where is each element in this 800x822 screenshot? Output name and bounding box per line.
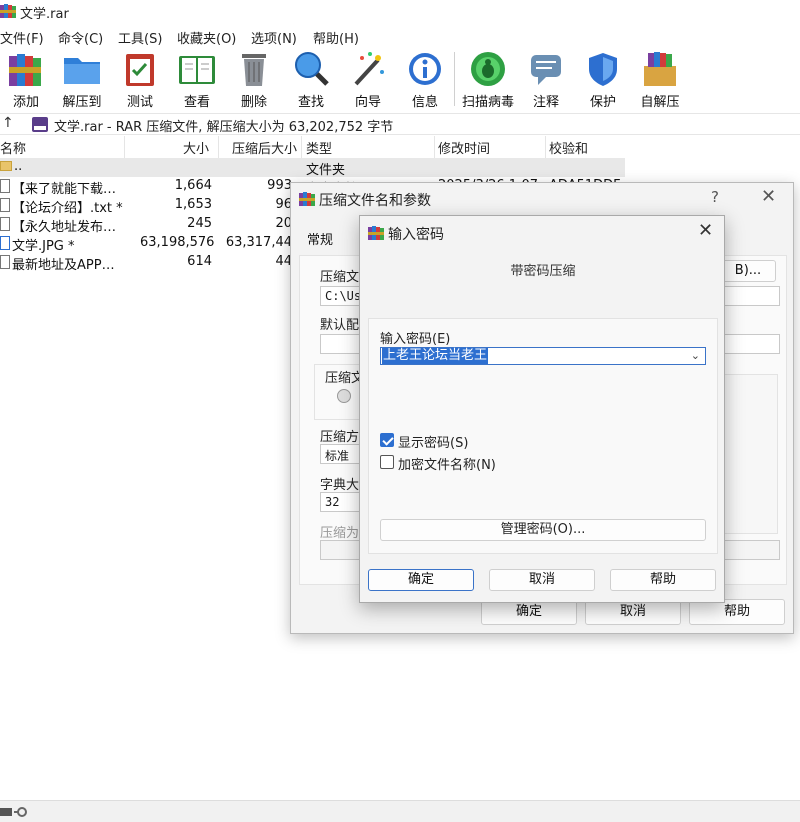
- dictionary-label: 字典大: [320, 478, 360, 493]
- password-value: 上老王论坛当老王: [382, 348, 489, 364]
- drive-key-icon: [0, 807, 27, 817]
- menu-file[interactable]: 文件(F): [0, 28, 44, 47]
- menu-bar: 文件(F) 命令(C) 工具(S) 收藏夹(O) 选项(N) 帮助(H): [0, 26, 800, 48]
- dialog-subtitle: 带密码压缩: [510, 264, 576, 279]
- dialog-title: 压缩文件名和参数: [319, 193, 431, 209]
- add-books-icon: [6, 50, 46, 88]
- wizard-wand-icon: [348, 50, 388, 88]
- virus-scan-icon: [468, 50, 508, 88]
- browse-button[interactable]: B)...: [720, 260, 776, 282]
- text-file-icon: [0, 255, 10, 269]
- address-bar: ↑ 文学.rar - RAR 压缩文件, 解压缩大小为 63,202,752 字…: [0, 113, 800, 135]
- title-bar: 文学.rar: [0, 0, 800, 24]
- encrypt-names-checkbox[interactable]: [380, 455, 394, 469]
- winrar-app-icon: [0, 3, 16, 19]
- comment-icon: [526, 50, 566, 88]
- column-divider: [218, 136, 219, 158]
- archive-name-label: 压缩文: [320, 270, 360, 285]
- password-input[interactable]: 上老王论坛当老王 ⌄: [380, 347, 706, 365]
- column-size[interactable]: 大小: [183, 138, 209, 157]
- add-button[interactable]: 添加: [0, 48, 56, 112]
- toolbar: 添加 解压到 测试 查看 删除 查找 向导 信息 扫描病毒 注释 保护 自解压: [0, 48, 800, 112]
- help-icon[interactable]: ?: [711, 188, 719, 206]
- delete-trash-icon: [234, 50, 274, 88]
- menu-help[interactable]: 帮助(H): [313, 28, 359, 47]
- column-divider: [301, 136, 302, 158]
- comment-button[interactable]: 注释: [516, 48, 576, 112]
- status-bar: [0, 800, 800, 822]
- column-divider: [545, 136, 546, 158]
- column-packed[interactable]: 压缩后大小: [232, 138, 297, 157]
- winrar-dialog-icon: [368, 225, 384, 241]
- info-icon: [405, 50, 445, 88]
- dialog-title: 输入密码: [388, 227, 444, 243]
- protect-button[interactable]: 保护: [573, 48, 633, 112]
- menu-tools[interactable]: 工具(S): [118, 28, 162, 47]
- show-password-label[interactable]: 显示密码(S): [398, 432, 468, 451]
- find-button[interactable]: 查找: [281, 48, 341, 112]
- options-group: [718, 374, 778, 534]
- tab-general[interactable]: 常规: [307, 229, 333, 248]
- extract-to-button[interactable]: 解压到: [52, 48, 112, 112]
- split-label: 压缩为: [320, 526, 360, 541]
- cancel-button[interactable]: 取消: [489, 569, 595, 591]
- column-divider: [124, 136, 125, 158]
- table-row-parent[interactable]: .. 文件夹: [0, 158, 625, 178]
- delete-button[interactable]: 删除: [224, 48, 284, 112]
- column-modified[interactable]: 修改时间: [438, 138, 490, 157]
- show-password-checkbox[interactable]: [380, 433, 394, 447]
- menu-favorites[interactable]: 收藏夹(O): [177, 28, 236, 47]
- protect-shield-icon: [583, 50, 623, 88]
- test-clipboard-icon: [120, 50, 160, 88]
- find-magnifier-icon: [291, 50, 331, 88]
- text-file-icon: [0, 198, 10, 212]
- help-button[interactable]: 帮助: [610, 569, 716, 591]
- sfx-box-icon: [640, 50, 680, 88]
- password-label: 输入密码(E): [380, 332, 451, 347]
- method-label: 压缩方: [320, 430, 360, 445]
- virus-scan-button[interactable]: 扫描病毒: [458, 48, 518, 112]
- password-dialog: 输入密码 ✕ 带密码压缩 输入密码(E) 上老王论坛当老王 ⌄ 显示密码(S) …: [359, 215, 725, 603]
- test-button[interactable]: 测试: [110, 48, 170, 112]
- view-book-icon: [177, 50, 217, 88]
- column-type[interactable]: 类型: [306, 138, 332, 157]
- wizard-button[interactable]: 向导: [338, 48, 398, 112]
- chevron-down-icon[interactable]: ⌄: [691, 348, 700, 364]
- ok-button[interactable]: 确定: [368, 569, 474, 591]
- toolbar-separator: [454, 52, 455, 106]
- encrypt-names-label[interactable]: 加密文件名称(N): [398, 454, 496, 473]
- info-button[interactable]: 信息: [395, 48, 455, 112]
- text-file-icon: [0, 217, 10, 231]
- rar-file-icon: [32, 117, 48, 132]
- image-file-icon: [0, 236, 10, 250]
- archive-path-text: 文学.rar - RAR 压缩文件, 解压缩大小为 63,202,752 字节: [54, 120, 394, 135]
- up-arrow-icon[interactable]: ↑: [2, 115, 14, 131]
- sfx-button[interactable]: 自解压: [630, 48, 690, 112]
- menu-options[interactable]: 选项(N): [251, 28, 297, 47]
- window-title: 文学.rar: [20, 7, 69, 22]
- extract-folder-icon: [62, 50, 102, 88]
- column-divider: [434, 136, 435, 158]
- folder-icon: [0, 161, 12, 171]
- format-radio[interactable]: [337, 389, 351, 403]
- default-profile-label: 默认配: [320, 318, 360, 333]
- winrar-dialog-icon: [299, 191, 315, 207]
- view-button[interactable]: 查看: [167, 48, 227, 112]
- column-crc[interactable]: 校验和: [549, 138, 588, 157]
- close-icon[interactable]: ✕: [698, 220, 713, 241]
- close-icon[interactable]: ✕: [761, 186, 776, 207]
- column-name[interactable]: 名称: [0, 138, 26, 157]
- text-file-icon: [0, 179, 10, 193]
- menu-command[interactable]: 命令(C): [58, 28, 103, 47]
- manage-passwords-button[interactable]: 管理密码(O)...: [380, 519, 706, 541]
